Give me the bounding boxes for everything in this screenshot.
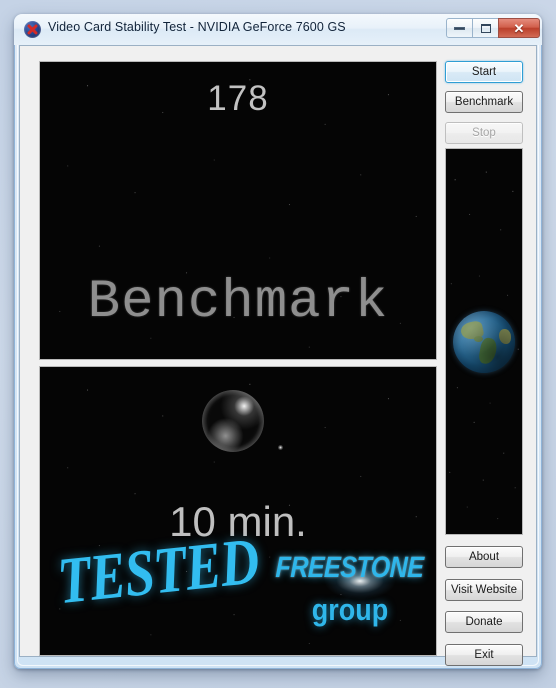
- benchmark-render-panel[interactable]: 178 Benchmark: [39, 61, 437, 360]
- brand-name: FREESTONE: [275, 551, 424, 585]
- glass-sphere-graphic: [202, 390, 264, 452]
- close-button[interactable]: ✕: [498, 18, 540, 38]
- spark-highlight-icon: [278, 445, 283, 450]
- minimize-icon: [454, 26, 465, 30]
- client-area: 178 Benchmark 10 min. TESTED FREESTONE g…: [19, 45, 537, 666]
- donate-button[interactable]: Donate: [445, 611, 523, 633]
- benchmark-button[interactable]: Benchmark: [445, 91, 523, 113]
- close-icon: ✕: [513, 20, 525, 36]
- maximize-icon: [480, 23, 491, 33]
- earth-globe-graphic: [453, 310, 515, 373]
- fps-counter: 178: [207, 79, 269, 118]
- render-mode-label: Benchmark: [87, 272, 389, 333]
- visit-website-button[interactable]: Visit Website: [445, 579, 523, 601]
- red-x-circle-icon: [27, 24, 38, 35]
- brand-suffix: group: [311, 593, 389, 627]
- app-icon: [24, 21, 41, 38]
- status-render-panel[interactable]: 10 min. TESTED FREESTONE group: [39, 366, 437, 656]
- freestone-logo: FREESTONE group: [270, 551, 430, 633]
- globe-shading: [453, 310, 515, 373]
- title-bar[interactable]: Video Card Stability Test - NVIDIA GeFor…: [14, 14, 542, 45]
- maximize-button[interactable]: [472, 18, 499, 38]
- window-title: Video Card Stability Test - NVIDIA GeFor…: [48, 20, 346, 34]
- globe-render-panel[interactable]: [445, 148, 523, 535]
- about-button[interactable]: About: [445, 546, 523, 568]
- exit-button[interactable]: Exit: [445, 644, 523, 666]
- minimize-button[interactable]: [446, 18, 473, 38]
- start-button[interactable]: Start: [445, 61, 523, 83]
- stop-button: Stop: [445, 122, 523, 144]
- application-window: Video Card Stability Test - NVIDIA GeFor…: [14, 14, 542, 669]
